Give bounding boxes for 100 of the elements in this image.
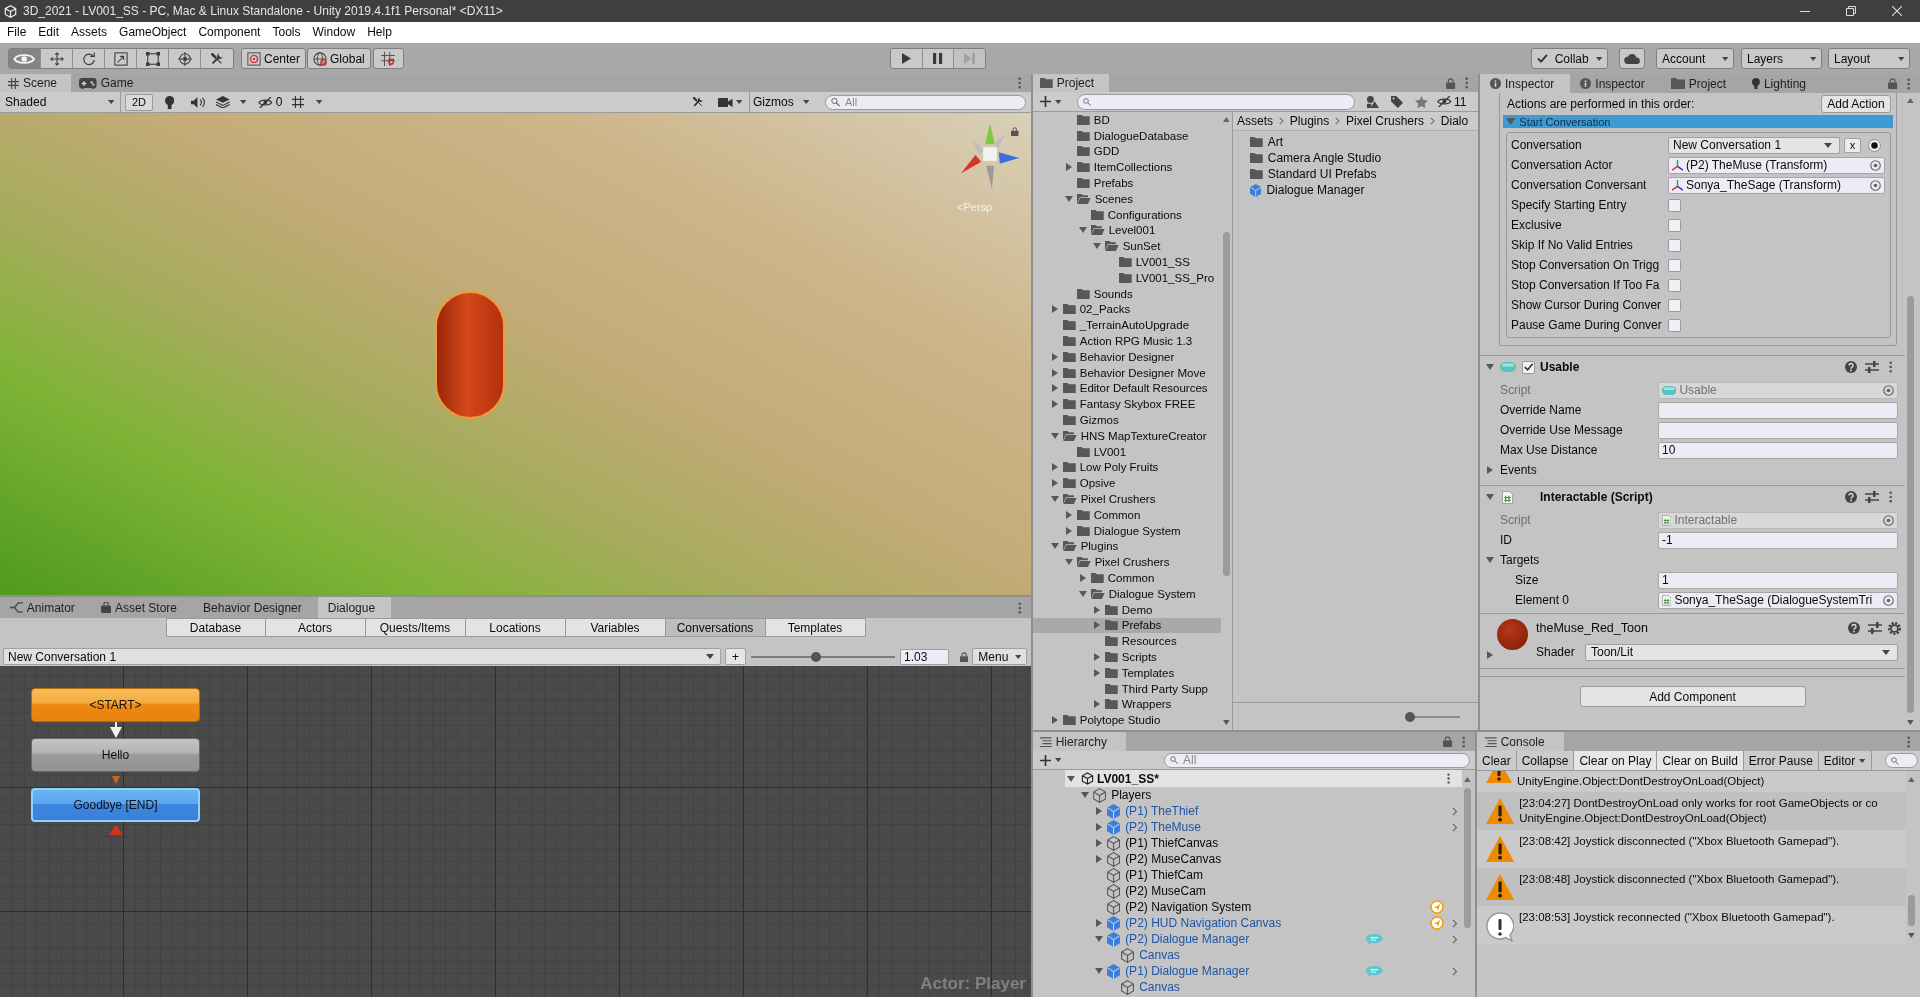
- folder-item[interactable]: Low Poly Fruits: [1033, 459, 1221, 476]
- more-icon[interactable]: [1461, 735, 1465, 748]
- checkbox[interactable]: [1668, 218, 1681, 232]
- sliders-icon[interactable]: [1864, 361, 1879, 373]
- console-toggle[interactable]: Clear on Build: [1657, 751, 1744, 770]
- right-triangle-icon[interactable]: [1096, 839, 1102, 847]
- down-triangle-icon[interactable]: [1095, 936, 1103, 942]
- layout-dropdown[interactable]: Layout: [1828, 48, 1910, 69]
- scrollbar-thumb[interactable]: [1907, 296, 1914, 713]
- folder-item[interactable]: Behavior Designer Move: [1033, 364, 1221, 381]
- folder-item[interactable]: LV001: [1033, 443, 1221, 460]
- menu-item[interactable]: Assets: [65, 22, 114, 43]
- dialogue-node[interactable]: Hello: [31, 738, 200, 772]
- folder-item[interactable]: Pixel Crushers: [1033, 554, 1221, 571]
- folder-item[interactable]: Polytope Studio: [1033, 712, 1221, 729]
- record-icon[interactable]: [1868, 138, 1881, 152]
- lock-icon[interactable]: [960, 651, 969, 662]
- text-field[interactable]: [1658, 421, 1898, 439]
- hierarchy-item[interactable]: (P1) TheThief: [1065, 803, 1462, 819]
- add-button[interactable]: +: [725, 648, 746, 665]
- down-triangle-icon[interactable]: [1065, 559, 1073, 566]
- scene-header[interactable]: LV001_SS*: [1065, 770, 1462, 787]
- folder-item[interactable]: Fantasy Skybox FREE: [1033, 396, 1221, 413]
- asset-item[interactable]: Dialogue Manager: [1233, 182, 1478, 198]
- menu-item[interactable]: Window: [306, 22, 362, 43]
- hierarchy-item[interactable]: (P1) Dialogue Manager: [1065, 963, 1462, 979]
- folder-item[interactable]: Editor Default Resources: [1033, 380, 1221, 397]
- panel-tab[interactable]: Dialogue: [317, 597, 392, 618]
- folder-item[interactable]: Configurations: [1033, 206, 1221, 223]
- scrollbar-thumb[interactable]: [1223, 232, 1230, 576]
- object-field[interactable]: (P2) TheMuse (Transform): [1668, 156, 1885, 174]
- folder-item[interactable]: Third Party Supp: [1033, 680, 1221, 697]
- cloud-button[interactable]: [1619, 48, 1645, 69]
- slider-thumb[interactable]: [1405, 711, 1415, 722]
- add-component-button[interactable]: Add Component: [1579, 686, 1806, 707]
- menu-item[interactable]: Tools: [266, 22, 307, 43]
- speaker-icon[interactable]: [191, 96, 206, 108]
- folder-item[interactable]: Gizmos: [1033, 412, 1221, 428]
- folder-item[interactable]: Pixel Crushers: [1033, 491, 1221, 507]
- panel-tab[interactable]: Console: [1477, 732, 1564, 751]
- down-triangle-icon[interactable]: [1067, 775, 1075, 782]
- right-triangle-icon[interactable]: [1052, 716, 1058, 725]
- hidden-objects-toggle[interactable]: 0: [256, 95, 285, 109]
- camera-icon[interactable]: [718, 97, 733, 107]
- help-icon[interactable]: [1844, 361, 1857, 373]
- down-triangle-icon[interactable]: [1486, 557, 1494, 563]
- folder-item[interactable]: LV001_SS_Pro: [1033, 269, 1221, 286]
- caret-icon[interactable]: [735, 100, 742, 104]
- collab-dropdown[interactable]: Collab: [1531, 48, 1608, 69]
- folder-item[interactable]: Prefabs: [1033, 175, 1221, 191]
- panel-tab[interactable]: Game: [71, 74, 148, 92]
- down-triangle-icon[interactable]: [1093, 243, 1101, 250]
- folder-item[interactable]: Action RPG Music 1.3: [1033, 333, 1221, 349]
- hierarchy-item[interactable]: (P2) Dialogue Manager: [1065, 931, 1462, 947]
- checkbox[interactable]: [1668, 258, 1681, 272]
- checkbox[interactable]: [1668, 238, 1681, 252]
- account-dropdown[interactable]: Account: [1656, 48, 1734, 69]
- pause-button[interactable]: [922, 49, 955, 68]
- panel-tab[interactable]: Animator: [0, 597, 91, 618]
- folder-item[interactable]: DialogueDatabase: [1033, 127, 1221, 144]
- folder-item[interactable]: Common: [1033, 506, 1221, 523]
- down-triangle-icon[interactable]: [1081, 792, 1089, 798]
- sliders-icon[interactable]: [1864, 491, 1879, 503]
- folder-item[interactable]: Plugins: [1033, 538, 1221, 555]
- more-icon[interactable]: [1464, 77, 1468, 89]
- section-tab[interactable]: Templates: [765, 618, 866, 637]
- scrollbar-thumb[interactable]: [1464, 788, 1471, 928]
- down-triangle-icon[interactable]: [1486, 364, 1494, 370]
- panel-tab[interactable]: Asset Store: [90, 597, 194, 618]
- scrollbar-thumb[interactable]: [1908, 895, 1915, 926]
- folder-item[interactable]: BD: [1033, 112, 1221, 128]
- folder-item[interactable]: Behavior Designer: [1033, 348, 1221, 365]
- menu-item[interactable]: Help: [361, 22, 398, 43]
- 2d-toggle[interactable]: 2D: [125, 93, 153, 111]
- down-triangle-icon[interactable]: [1095, 968, 1103, 974]
- crossed-tools-icon[interactable]: [692, 96, 705, 108]
- stack-icon[interactable]: [215, 96, 230, 108]
- folder-item[interactable]: ItemCollections: [1033, 159, 1221, 176]
- folder-item[interactable]: Dialogue System: [1033, 585, 1221, 602]
- breadcrumb-link[interactable]: Assets: [1237, 114, 1273, 128]
- right-triangle-icon[interactable]: [1487, 651, 1493, 659]
- target-icon[interactable]: [1870, 159, 1881, 171]
- panel-tab[interactable]: Inspector: [1480, 74, 1571, 93]
- text-field[interactable]: 10: [1658, 441, 1898, 459]
- right-triangle-icon[interactable]: [1096, 807, 1102, 815]
- caret-icon[interactable]: [239, 100, 247, 104]
- search-field[interactable]: All: [825, 94, 1026, 110]
- more-icon[interactable]: [1888, 361, 1892, 373]
- folder-item[interactable]: Scripts: [1033, 649, 1221, 665]
- down-triangle-icon[interactable]: [1051, 543, 1059, 550]
- hierarchy-item[interactable]: (P2) MuseCanvas: [1065, 851, 1462, 867]
- gizmos-dropdown[interactable]: Gizmos: [749, 92, 813, 112]
- hierarchy-item[interactable]: Canvas: [1065, 979, 1462, 995]
- gear-icon[interactable]: [1888, 621, 1901, 635]
- log-entry[interactable]: [23:08:42] Joystick disconnected ("Xbox Bluetooth Gamepad").: [1477, 830, 1906, 868]
- right-triangle-icon[interactable]: [1052, 352, 1058, 361]
- down-triangle-icon[interactable]: [1079, 590, 1087, 597]
- conversation-dropdown[interactable]: New Conversation 1: [3, 648, 721, 665]
- lock-icon[interactable]: [1011, 127, 1019, 136]
- folder-item[interactable]: SunSet: [1033, 238, 1221, 255]
